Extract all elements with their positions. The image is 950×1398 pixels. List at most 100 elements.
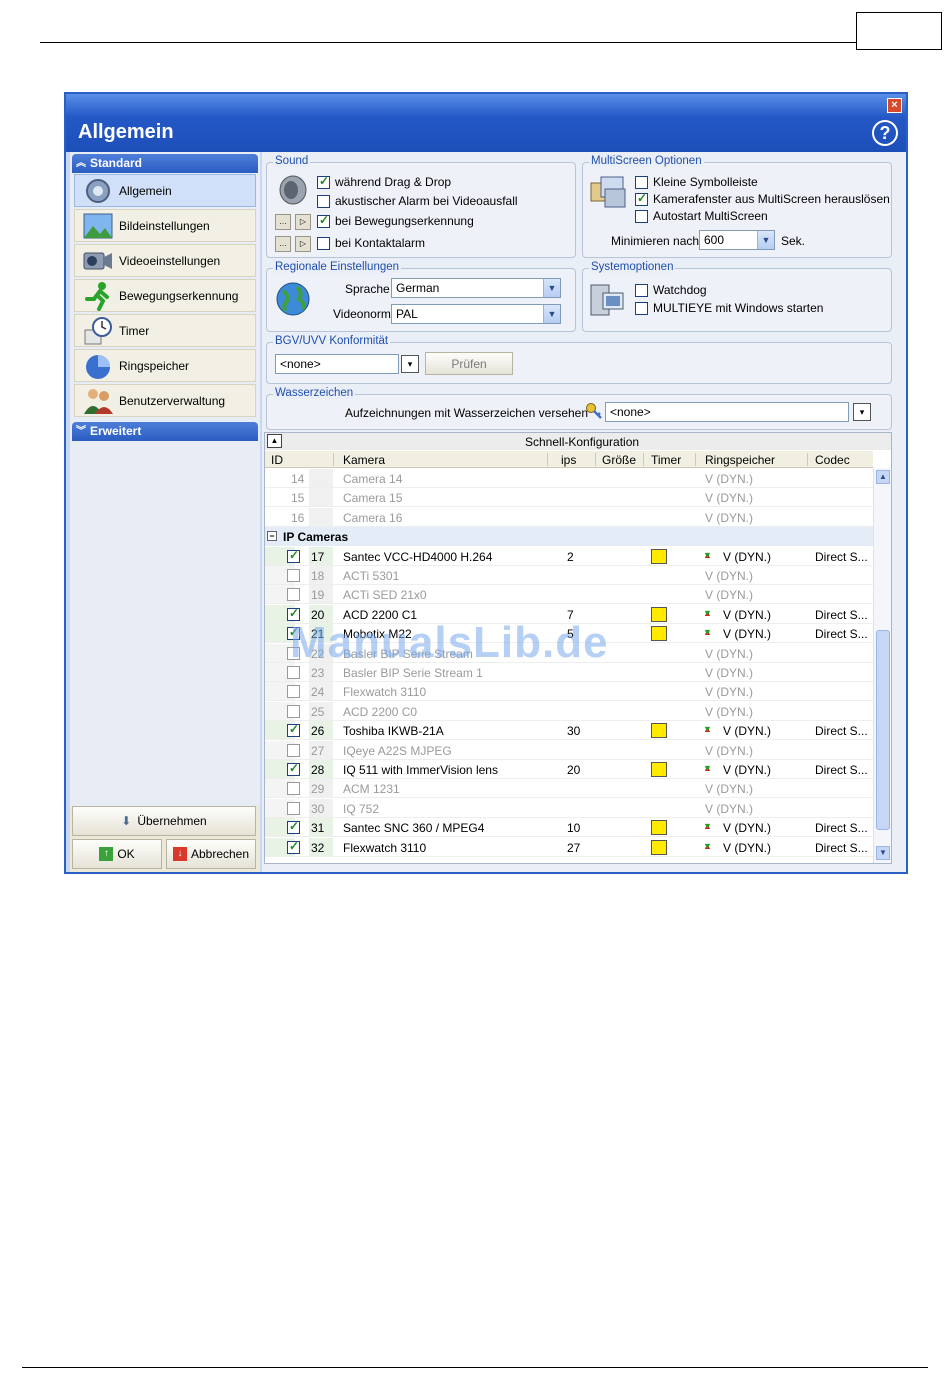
- vertical-scrollbar[interactable]: ▲ ▼: [873, 468, 891, 863]
- timer-indicator[interactable]: [651, 606, 667, 622]
- camera-enabled-checkbox[interactable]: [287, 819, 300, 835]
- timer-indicator[interactable]: [651, 626, 667, 642]
- table-row[interactable]: 18 ACTi 5301 V (DYN.): [265, 566, 873, 585]
- autostart-multiscreen-checkbox[interactable]: [635, 210, 648, 223]
- watermark-select[interactable]: <none>: [605, 402, 849, 422]
- browse-sound-button[interactable]: …: [275, 236, 291, 252]
- camera-enabled-checkbox[interactable]: [287, 743, 300, 757]
- watermark-group: Wasserzeichen Aufzeichnungen mit Wasserz…: [266, 387, 892, 430]
- camera-id: 25: [311, 704, 325, 719]
- scroll-thumb[interactable]: [876, 630, 890, 830]
- scroll-up-icon[interactable]: ▲: [876, 470, 890, 484]
- column-header[interactable]: Ringspeicher: [705, 453, 775, 467]
- sidebar: ︽ Standard Allgemein Bildeinstellungen V…: [70, 152, 260, 872]
- start-with-windows-checkbox[interactable]: [635, 302, 648, 315]
- id-cell-bg: [309, 469, 333, 487]
- check-button[interactable]: Prüfen: [425, 352, 513, 375]
- camera-enabled-checkbox[interactable]: [287, 839, 300, 854]
- standard-section-header[interactable]: ︽ Standard: [72, 154, 258, 173]
- sidebar-item-ringspeicher[interactable]: Ringspeicher: [74, 349, 256, 382]
- cancel-button[interactable]: ↓ Abbrechen: [166, 839, 256, 869]
- chevron-down-icon[interactable]: ▼: [757, 231, 774, 249]
- camera-enabled-checkbox[interactable]: [287, 801, 300, 815]
- sidebar-item-allgemein[interactable]: Allgemein: [74, 174, 256, 207]
- camera-id: 14: [291, 472, 305, 486]
- camera-enabled-checkbox[interactable]: [287, 782, 300, 796]
- detach-camera-window-checkbox[interactable]: [635, 191, 648, 206]
- column-header[interactable]: Timer: [651, 453, 681, 467]
- language-select[interactable]: German ▼: [391, 278, 561, 298]
- camera-enabled-checkbox[interactable]: [287, 569, 300, 582]
- timer-indicator[interactable]: [651, 820, 667, 836]
- table-row[interactable]: 25 ACD 2200 C0 V (DYN.): [265, 701, 873, 721]
- table-row[interactable]: 24 Flexwatch 3110 V (DYN.): [265, 682, 873, 702]
- table-row[interactable]: 31Santec SNC 360 / MPEG410▲▼V (DYN.)Dire…: [265, 818, 873, 838]
- help-icon[interactable]: ?: [872, 120, 898, 146]
- play-sound-button[interactable]: ▷: [295, 214, 311, 230]
- videonorm-select[interactable]: PAL ▼: [391, 304, 561, 324]
- sidebar-item-label: Timer: [119, 323, 150, 338]
- chevron-down-icon[interactable]: ▼: [543, 279, 560, 297]
- scroll-down-icon[interactable]: ▼: [876, 846, 890, 860]
- apply-button[interactable]: ⬇ Übernehmen: [72, 806, 256, 836]
- camera-enabled-checkbox[interactable]: [287, 761, 300, 776]
- timer-indicator[interactable]: [651, 548, 667, 564]
- play-sound-button[interactable]: ▷: [295, 236, 311, 252]
- browse-sound-button[interactable]: …: [275, 214, 291, 230]
- sound-motion-checkbox[interactable]: [317, 213, 330, 228]
- table-row[interactable]: 30 IQ 752 V (DYN.): [265, 798, 873, 818]
- sidebar-item-label: Videoeinstellungen: [119, 253, 221, 268]
- table-row[interactable]: 26Toshiba IKWB-21A30▲▼V (DYN.)Direct S..…: [265, 721, 873, 741]
- camera-enabled-checkbox[interactable]: [287, 548, 300, 563]
- timer-indicator[interactable]: [651, 762, 667, 777]
- column-header[interactable]: Codec: [815, 453, 850, 467]
- grid-caption-bar: ▲ Schnell-Konfiguration: [265, 433, 891, 450]
- sidebar-item-bewegungserkennung[interactable]: Bewegungserkennung: [74, 279, 256, 312]
- camera-name: Camera 14: [343, 472, 403, 486]
- column-header[interactable]: ID: [271, 453, 283, 467]
- group-row-ip-cameras[interactable]: − IP Cameras: [265, 527, 873, 547]
- camera-enabled-checkbox[interactable]: [287, 704, 300, 718]
- chevron-down-icon[interactable]: ▼: [543, 305, 560, 323]
- sound-drag-drop-checkbox[interactable]: [317, 174, 330, 189]
- table-row[interactable]: 32Flexwatch 311027▲▼V (DYN.)Direct S...: [265, 837, 873, 857]
- bgv-select[interactable]: <none>: [275, 354, 399, 374]
- speaker-icon: [277, 173, 311, 210]
- minimize-select[interactable]: 600 ▼: [699, 230, 775, 250]
- sound-contact-alarm-checkbox[interactable]: [317, 237, 330, 250]
- collapse-group-icon[interactable]: −: [267, 531, 277, 542]
- timer-indicator[interactable]: [651, 839, 667, 855]
- table-row[interactable]: 28IQ 511 with ImmerVision lens20▲▼V (DYN…: [265, 760, 873, 779]
- multiscreen-legend: MultiScreen Optionen: [589, 155, 704, 167]
- sidebar-item-bildeinstellungen[interactable]: Bildeinstellungen: [74, 209, 256, 242]
- sound-video-loss-checkbox[interactable]: [317, 195, 330, 208]
- dropdown-button-icon[interactable]: ▾: [853, 403, 871, 421]
- table-row[interactable]: 15 Camera 15 V (DYN.): [265, 488, 873, 508]
- watchdog-checkbox[interactable]: [635, 284, 648, 297]
- table-row[interactable]: 14 Camera 14 V (DYN.): [265, 469, 873, 488]
- table-row[interactable]: 17Santec VCC-HD4000 H.2642▲▼V (DYN.)Dire…: [265, 546, 873, 566]
- camera-enabled-checkbox[interactable]: [287, 685, 300, 699]
- sidebar-item-videoeinstellungen[interactable]: Videoeinstellungen: [74, 244, 256, 277]
- small-toolbar-checkbox[interactable]: [635, 176, 648, 189]
- table-row[interactable]: 19 ACTi SED 21x0 V (DYN.): [265, 585, 873, 605]
- timer-indicator[interactable]: [651, 723, 667, 739]
- extended-section-header[interactable]: ︾ Erweitert: [72, 422, 258, 441]
- sidebar-item-timer[interactable]: Timer: [74, 314, 256, 347]
- camera-enabled-checkbox[interactable]: [287, 588, 300, 602]
- watermark-overlay: ManualsLib.de: [290, 618, 609, 667]
- column-header[interactable]: Kamera: [343, 453, 385, 467]
- sidebar-item-label: Allgemein: [119, 183, 172, 198]
- table-row[interactable]: 29 ACM 1231 V (DYN.): [265, 779, 873, 799]
- table-row[interactable]: 27 IQeye A22S MJPEG V (DYN.): [265, 740, 873, 760]
- ok-button[interactable]: ↑ OK: [72, 839, 162, 869]
- column-header[interactable]: Größe: [602, 453, 636, 467]
- column-header[interactable]: ips: [561, 453, 576, 467]
- camera-enabled-checkbox[interactable]: [287, 722, 300, 738]
- dropdown-button-icon[interactable]: ▾: [401, 355, 419, 373]
- sidebar-item-benutzerverwaltung[interactable]: Benutzerverwaltung: [74, 384, 256, 417]
- collapse-icon[interactable]: ▲: [267, 434, 282, 448]
- close-icon[interactable]: ×: [887, 98, 902, 113]
- table-row[interactable]: 16 Camera 16 V (DYN.): [265, 507, 873, 527]
- ring-buffer-value: V (DYN.): [705, 569, 753, 583]
